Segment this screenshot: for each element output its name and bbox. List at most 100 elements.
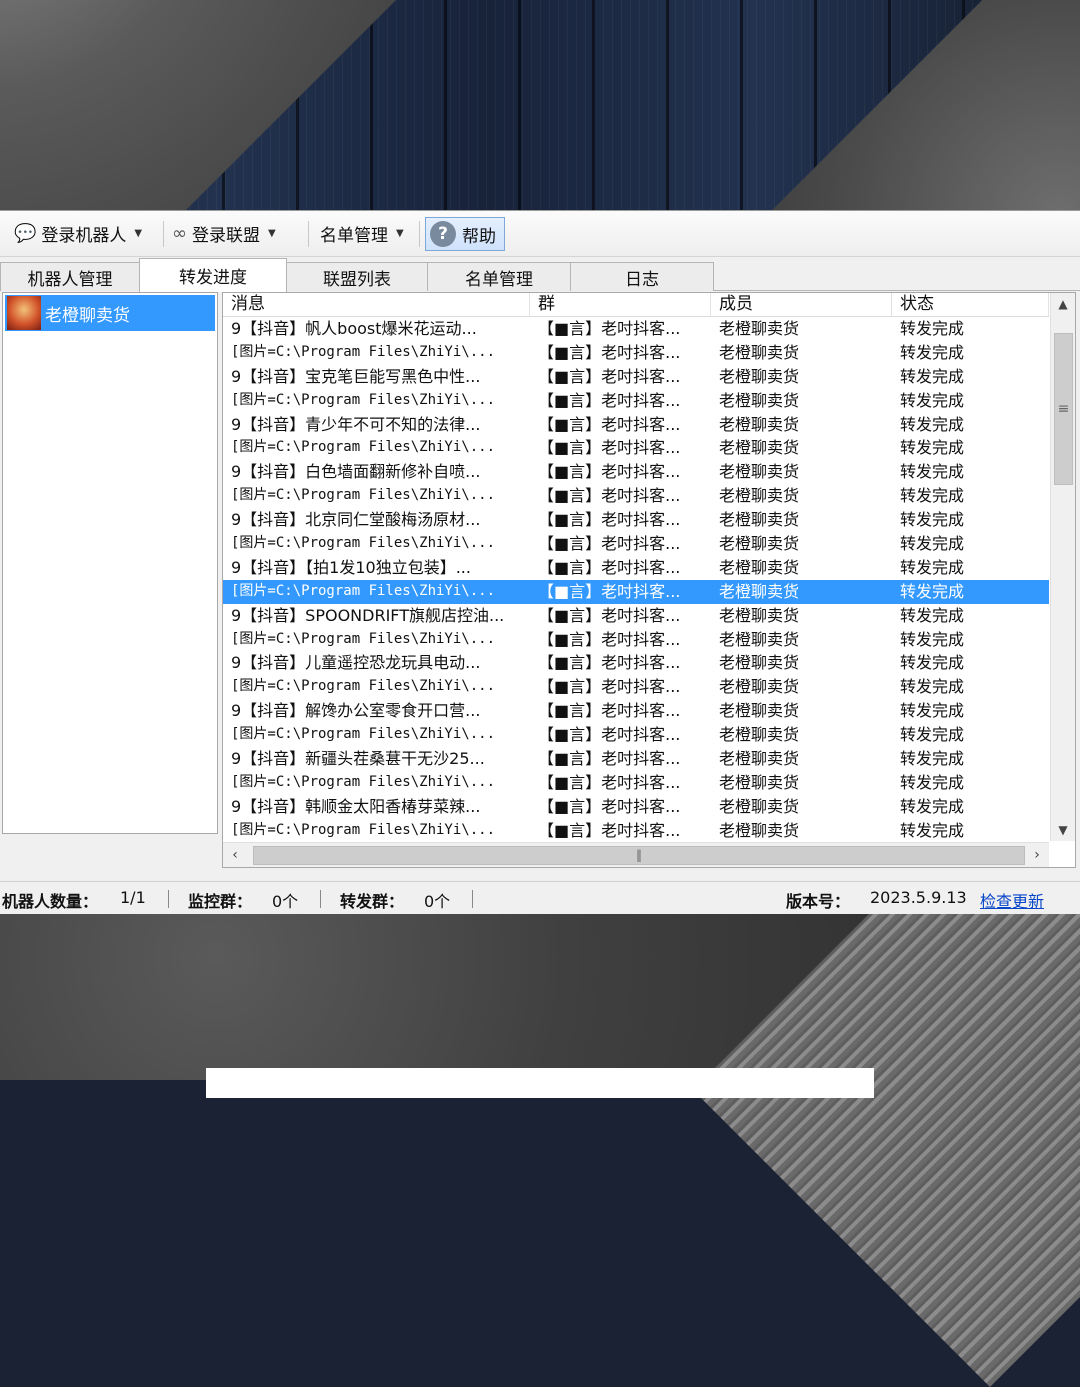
chevron-down-icon: ▼ [396,227,404,239]
table-row[interactable]: [图片=C:\Program Files\ZhiYi\... 【■言】老吋抖客..… [223,532,1049,556]
table-row[interactable]: 9【抖音】帆人boost爆米花运动... 【■言】老吋抖客... 老橙聊卖货 转发完成 [223,317,1049,341]
cell-status: 转发完成 [900,510,965,530]
cell-status: 转发完成 [900,653,965,673]
cell-message: 9【抖音】【拍1发10独立包装】... [231,557,471,577]
table-row[interactable]: [图片=C:\Program Files\ZhiYi\... 【■言】老吋抖客..… [223,579,1049,604]
table-row[interactable]: 9【抖音】青少年不可不知的法律... 【■言】老吋抖客... 老橙聊卖货 转发完成 [223,413,1049,437]
column-header-member[interactable]: 成员 [711,293,892,316]
cell-member: 老橙聊卖货 [719,342,800,362]
scroll-right-arrow-icon[interactable]: › [1025,843,1049,867]
wechat-icon: 💬 [14,222,37,244]
cell-message: 9【抖音】帆人boost爆米花运动... [231,319,477,338]
scroll-down-arrow-icon[interactable]: ▼ [1051,819,1075,841]
cell-status: 转发完成 [900,796,965,816]
cell-member: 老橙聊卖货 [719,796,800,816]
status-divider [320,890,321,908]
table-row[interactable]: [图片=C:\Program Files\ZhiYi\... 【■言】老吋抖客..… [223,484,1049,508]
cell-message: [图片=C:\Program Files\ZhiYi\... [231,535,496,552]
scroll-left-arrow-icon[interactable]: ‹ [223,843,247,867]
chevron-down-icon: ▼ [134,227,143,239]
cell-group: 【■言】老吋抖客... [538,510,681,530]
table-row[interactable]: [图片=C:\Program Files\ZhiYi\... 【■言】老吋抖客..… [223,389,1049,413]
table-row[interactable]: [图片=C:\Program Files\ZhiYi\... 【■言】老吋抖客..… [223,341,1049,365]
forward-group-label: 转发群： [340,892,405,911]
cell-group: 【■言】老吋抖客... [538,820,681,840]
cell-message: 9【抖音】解馋办公室零食开口营... [231,701,481,721]
toolbar-divider [163,221,164,247]
list-manage-button[interactable]: 名单管理 ▼ [320,217,404,249]
table-row[interactable]: 9【抖音】SPOONDRIFT旗舰店控油... 【■言】老吋抖客... 老橙聊卖货 转… [223,604,1049,628]
cell-group: 【■言】老吋抖客... [538,581,681,601]
cell-group: 【■言】老吋抖客... [538,414,681,434]
tab-list-manage[interactable]: 名单管理 [427,262,571,291]
table-row[interactable]: 9【抖音】韩顺金太阳香椿芽菜辣... 【■言】老吋抖客... 老橙聊卖货 转发完成 [223,795,1049,819]
table-row[interactable]: 9【抖音】北京同仁堂酸梅汤原材... 【■言】老吋抖客... 老橙聊卖货 转发完成 [223,508,1049,532]
forward-group-value: 0个 [424,892,451,911]
cell-status: 转发完成 [900,557,965,577]
table-row[interactable]: [图片=C:\Program Files\ZhiYi\... 【■言】老吋抖客..… [223,723,1049,747]
table-row[interactable]: 9【抖音】宝克笔巨能写黑色中性... 【■言】老吋抖客... 老橙聊卖货 转发完成 [223,365,1049,389]
app-window: 💬 登录机器人 ▼ ∞ 登录联盟 ▼ 名单管理 ▼ ? 帮助 机器人管理 转发进… [0,210,1080,914]
tab-robot-manage[interactable]: 机器人管理 [0,262,140,291]
cell-group: 【■言】老吋抖客... [538,677,681,697]
table-row[interactable]: 9【抖音】【拍1发10独立包装】... 【■言】老吋抖客... 老橙聊卖货 转发完成 [223,556,1049,580]
cell-message: [图片=C:\Program Files\ZhiYi\... [231,487,496,504]
column-header-status[interactable]: 状态 [892,293,1049,316]
help-label: 帮助 [462,226,496,247]
cell-member: 老橙聊卖货 [719,557,800,577]
tab-bar: 机器人管理 转发进度 联盟列表 名单管理 日志 [0,258,1080,292]
scroll-up-arrow-icon[interactable]: ▲ [1051,293,1075,315]
avatar [7,296,41,330]
cell-status: 转发完成 [900,677,965,697]
cell-group: 【■言】老吋抖客... [538,319,681,338]
cell-status: 转发完成 [900,581,965,601]
table-row[interactable]: [图片=C:\Program Files\ZhiYi\... 【■言】老吋抖客..… [223,819,1049,843]
tab-log[interactable]: 日志 [570,262,714,291]
cell-group: 【■言】老吋抖客... [538,486,681,506]
cell-group: 【■言】老吋抖客... [538,390,681,410]
table-row[interactable]: 9【抖音】白色墙面翻新修补自喷... 【■言】老吋抖客... 老橙聊卖货 转发完成 [223,460,1049,484]
cell-member: 老橙聊卖货 [719,725,800,745]
cell-group: 【■言】老吋抖客... [538,605,681,625]
cell-status: 转发完成 [900,462,965,482]
cell-member: 老橙聊卖货 [719,581,800,601]
cell-group: 【■言】老吋抖客... [538,772,681,792]
vertical-scrollbar[interactable]: ▲ ≡ ▼ [1050,293,1075,841]
cell-status: 转发完成 [900,438,965,458]
tab-forward-progress[interactable]: 转发进度 [139,258,287,292]
cell-group: 【■言】老吋抖客... [538,557,681,577]
table-row[interactable]: 9【抖音】儿童遥控恐龙玩具电动... 【■言】老吋抖客... 老橙聊卖货 转发完成 [223,651,1049,675]
cell-message: 9【抖音】韩顺金太阳香椿芽菜辣... [231,796,481,816]
cell-group: 【■言】老吋抖客... [538,796,681,816]
table-row[interactable]: [图片=C:\Program Files\ZhiYi\... 【■言】老吋抖客..… [223,436,1049,460]
table-row[interactable]: [图片=C:\Program Files\ZhiYi\... 【■言】老吋抖客..… [223,675,1049,699]
list-manage-label: 名单管理 [320,225,388,246]
column-header-message[interactable]: 消息 [223,293,530,316]
table-row[interactable]: [图片=C:\Program Files\ZhiYi\... 【■言】老吋抖客..… [223,628,1049,652]
forward-progress-table: 消息 群 成员 状态 9【抖音】帆人boost爆米花运动... 【■言】老吋抖客.… [222,292,1076,868]
cell-group: 【■言】老吋抖客... [538,653,681,673]
horizontal-scrollbar[interactable]: ‹ ‖ › [223,842,1049,867]
table-row[interactable]: 9【抖音】解馋办公室零食开口营... 【■言】老吋抖客... 老橙聊卖货 转发完成 [223,699,1049,723]
table-row[interactable]: 9【抖音】新疆头茬桑葚干无沙25... 【■言】老吋抖客... 老橙聊卖货 转发完成 [223,747,1049,771]
tab-alliance-list[interactable]: 联盟列表 [286,262,428,291]
column-header-group[interactable]: 群 [530,293,711,316]
scroll-thumb-horizontal[interactable]: ‖ [253,846,1025,865]
login-robot-button[interactable]: 💬 登录机器人 ▼ [14,217,142,249]
help-button[interactable]: ? 帮助 [425,217,505,251]
cell-message: [图片=C:\Program Files\ZhiYi\... [231,678,496,695]
version-value: 2023.5.9.13 [870,888,967,907]
version-label: 版本号： [786,892,851,911]
cell-member: 老橙聊卖货 [719,534,800,554]
robot-list-item[interactable]: 老橙聊卖货 [5,295,215,331]
login-alliance-button[interactable]: ∞ 登录联盟 ▼ [172,217,276,249]
cell-member: 老橙聊卖货 [719,772,800,792]
cell-group: 【■言】老吋抖客... [538,438,681,458]
cell-member: 老橙聊卖货 [719,653,800,673]
check-update-link[interactable]: 检查更新 [980,888,1044,912]
cell-group: 【■言】老吋抖客... [538,725,681,745]
table-row[interactable]: [图片=C:\Program Files\ZhiYi\... 【■言】老吋抖客..… [223,771,1049,795]
cell-status: 转发完成 [900,486,965,506]
help-icon: ? [430,221,456,247]
scroll-thumb[interactable]: ≡ [1054,333,1073,485]
